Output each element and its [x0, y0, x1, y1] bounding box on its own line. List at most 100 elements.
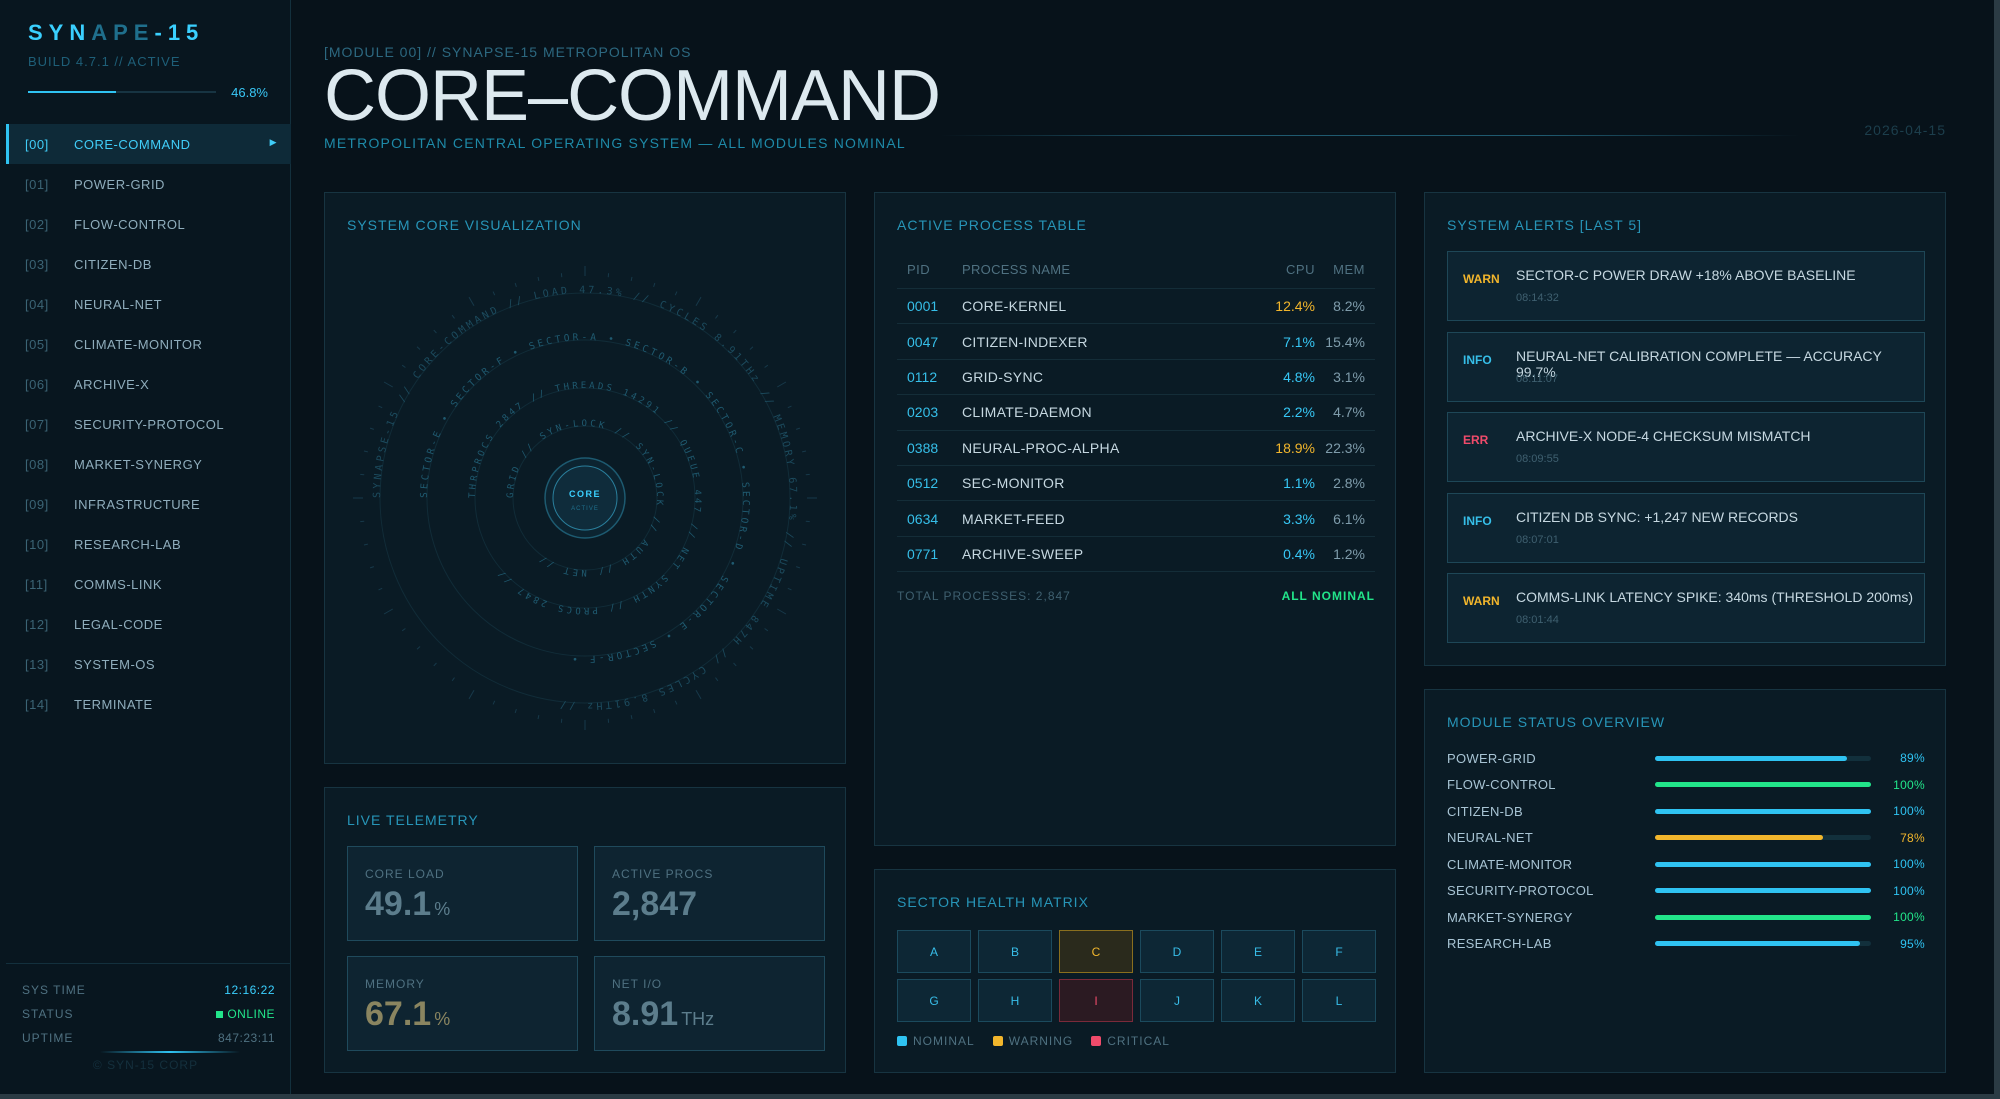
- sidebar-item-label: INFRASTRUCTURE: [74, 496, 201, 512]
- sidebar-item-number: [02]: [25, 216, 49, 232]
- sidebar-item-climate-monitor[interactable]: [05] CLIMATE-MONITOR: [6, 324, 291, 364]
- sidebar-item-number: [07]: [25, 416, 49, 432]
- sector-cell-l[interactable]: L: [1302, 979, 1376, 1022]
- alert-message: ARCHIVE-X NODE-4 CHECKSUM MISMATCH: [1516, 428, 1811, 444]
- sector-cell-b[interactable]: B: [978, 930, 1052, 973]
- sidebar-item-security-protocol[interactable]: [07] SECURITY-PROTOCOL: [6, 404, 291, 444]
- cpu-cell: 1.1%: [1283, 475, 1315, 492]
- alert-time: 08:07:01: [1516, 533, 1559, 546]
- sidebar-divider: [100, 1051, 240, 1053]
- page-subtitle: METROPOLITAN CENTRAL OPERATING SYSTEM — …: [324, 135, 906, 151]
- alert-item[interactable]: INFO CITIZEN DB SYNC: +1,247 NEW RECORDS 0…: [1447, 492, 1925, 563]
- table-row[interactable]: 0112 GRID-SYNC 4.8% 3.1%: [897, 360, 1375, 396]
- sidebar-item-archive-x[interactable]: [06] ARCHIVE-X: [6, 364, 291, 404]
- sidebar-item-label: SYSTEM-OS: [74, 656, 156, 672]
- sector-cell-c[interactable]: C: [1059, 930, 1133, 973]
- ring-tick: [630, 276, 633, 281]
- legend-critical: CRITICAL: [1091, 1034, 1170, 1048]
- cpu-cell: 0.4%: [1283, 545, 1315, 562]
- ring-tick: [787, 405, 792, 409]
- table-row[interactable]: 0512 SEC-MONITOR 1.1% 2.8%: [897, 466, 1375, 502]
- sector-cell-d[interactable]: D: [1140, 930, 1214, 973]
- cpu-cell: 7.1%: [1283, 333, 1315, 350]
- sidebar-item-research-lab[interactable]: [10] RESEARCH-LAB: [6, 524, 291, 564]
- sector-cell-k[interactable]: K: [1221, 979, 1295, 1022]
- cpu-cell: 3.3%: [1283, 510, 1315, 527]
- sidebar-item-legal-code[interactable]: [12] LEGAL-CODE: [6, 604, 291, 644]
- alert-item[interactable]: WARN COMMS-LINK LATENCY SPIKE: 340ms (THR…: [1447, 573, 1925, 643]
- sidebar-item-neural-net[interactable]: [04] NEURAL-NET: [6, 284, 291, 324]
- sidebar-item-terminate[interactable]: [14] TERMINATE: [6, 684, 291, 724]
- module-name: NEURAL-NET: [1447, 830, 1534, 845]
- sidebar-item-citizen-db[interactable]: [03] CITIZEN-DB: [6, 244, 291, 284]
- module-status-row: CITIZEN-DB 100%: [1447, 801, 1925, 821]
- sidebar-item-number: [03]: [25, 256, 49, 272]
- table-row[interactable]: 0634 MARKET-FEED 3.3% 6.1%: [897, 501, 1375, 537]
- alert-item[interactable]: WARN SECTOR-C POWER DRAW +18% ABOVE BASEL…: [1447, 251, 1925, 321]
- sidebar-item-comms-link[interactable]: [11] COMMS-LINK: [6, 564, 291, 604]
- ring-tick: [416, 346, 421, 350]
- sector-cell-f[interactable]: F: [1302, 930, 1376, 973]
- sidebar-item-power-grid[interactable]: [01] POWER-GRID: [6, 164, 291, 204]
- sector-cell-h[interactable]: H: [978, 979, 1052, 1022]
- alert-item[interactable]: ERR ARCHIVE-X NODE-4 CHECKSUM MISMATCH 08:…: [1447, 412, 1925, 482]
- module-progress-fill: [1655, 888, 1871, 893]
- module-status-row: SECURITY-PROTOCOL 100%: [1447, 881, 1925, 901]
- sidebar-item-label: SECURITY-PROTOCOL: [74, 416, 225, 432]
- alert-time: 08:09:55: [1516, 453, 1559, 465]
- ring-tick: [378, 587, 383, 591]
- ring-tick: [378, 405, 383, 409]
- sidebar-item-core-command[interactable]: [00] CORE-COMMAND ▶: [6, 124, 291, 164]
- sidebar-item-market-synergy[interactable]: [08] MARKET-SYNERGY: [6, 444, 291, 484]
- module-name: RESEARCH-LAB: [1447, 936, 1552, 951]
- table-row[interactable]: 0047 CITIZEN-INDEXER 7.1% 15.4%: [897, 324, 1375, 360]
- table-row[interactable]: 0001 CORE-KERNEL 12.4% 8.2%: [897, 289, 1375, 325]
- sidebar-item-number: [00]: [25, 136, 49, 152]
- module-status-row: MARKET-SYNERGY 100%: [1447, 907, 1925, 927]
- module-percent: 95%: [1900, 936, 1925, 951]
- cpu-cell: 4.8%: [1283, 368, 1315, 385]
- ring-tick: [764, 364, 769, 368]
- mem-cell: 1.2%: [1333, 545, 1365, 562]
- play-arrow-icon: ▶: [269, 137, 277, 147]
- table-row[interactable]: 0771 ARCHIVE-SWEEP 0.4% 1.2%: [897, 537, 1375, 573]
- alert-time: 08:01:44: [1516, 614, 1559, 626]
- module-progress-fill: [1655, 914, 1871, 920]
- alert-item[interactable]: INFO NEURAL-NET CALIBRATION COMPLETE — AC…: [1447, 331, 1925, 402]
- sidebar-item-label: POWER-GRID: [74, 176, 165, 192]
- sector-cell-i[interactable]: I: [1059, 979, 1133, 1022]
- cpu-cell: 2.2%: [1283, 404, 1315, 421]
- module-progress-fill: [1655, 941, 1861, 946]
- module-percent: 100%: [1893, 777, 1925, 792]
- table-row[interactable]: 0203 CLIMATE-DAEMON 2.2% 4.7%: [897, 395, 1375, 431]
- ring-tick: [787, 587, 792, 591]
- module-status-row: RESEARCH-LAB 95%: [1447, 934, 1925, 954]
- total-processes: TOTAL PROCESSES: 2,847: [897, 589, 1071, 603]
- sidebar-item-system-os[interactable]: [13] SYSTEM-OS: [6, 644, 291, 684]
- sidebar-item-label: RESEARCH-LAB: [74, 536, 182, 552]
- sidebar-item-number: [14]: [25, 696, 49, 712]
- ring-tick: [537, 715, 540, 720]
- build-progress-bar: [28, 91, 216, 93]
- process-name-cell: ARCHIVE-SWEEP: [962, 545, 1084, 562]
- sector-cell-e[interactable]: E: [1221, 930, 1295, 973]
- module-name: SECURITY-PROTOCOL: [1447, 883, 1594, 898]
- sidebar-item-infrastructure[interactable]: [09] INFRASTRUCTURE: [6, 484, 291, 524]
- module-status-row: NEURAL-NET 78%: [1447, 828, 1925, 848]
- sector-cell-a[interactable]: A: [897, 930, 971, 973]
- table-row[interactable]: 0388 NEURAL-PROC-ALPHA 18.9% 22.3%: [897, 431, 1375, 466]
- module-status-row: POWER-GRID 89%: [1447, 748, 1925, 768]
- ring-tick: [674, 291, 678, 296]
- sector-cell-g[interactable]: G: [897, 979, 971, 1022]
- sector-cell-j[interactable]: J: [1140, 979, 1214, 1022]
- ring-tick: [401, 364, 406, 368]
- module-percent: 100%: [1893, 910, 1925, 924]
- ring-tick: [674, 700, 678, 705]
- sidebar-item-number: [11]: [25, 576, 48, 592]
- sidebar-item-flow-control[interactable]: [02] FLOW-CONTROL: [6, 204, 291, 244]
- module-status-row: FLOW-CONTROL 100%: [1447, 775, 1925, 795]
- mem-cell: 22.3%: [1325, 439, 1365, 456]
- ring-tick: [777, 381, 787, 388]
- ring-tick: [492, 291, 496, 296]
- sidebar-item-label: COMMS-LINK: [74, 576, 163, 592]
